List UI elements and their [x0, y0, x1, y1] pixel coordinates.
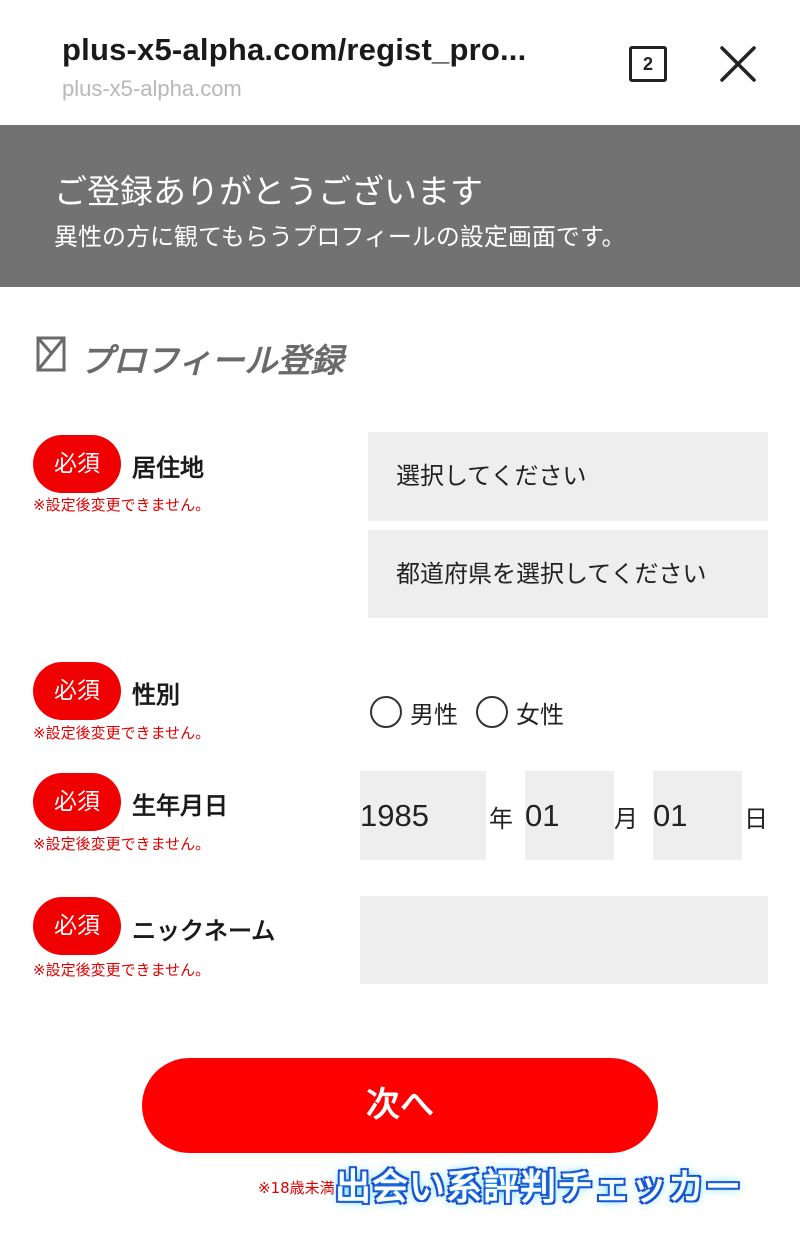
nickname-note: ※設定後変更できません。	[33, 961, 211, 979]
required-badge: 必須	[33, 662, 121, 720]
banner-title: ご登録ありがとうございます	[54, 172, 483, 211]
profile-edit-icon	[36, 336, 66, 372]
residence-label: 居住地	[132, 454, 204, 482]
section-title: プロフィール登録	[80, 341, 344, 380]
gender-label: 性別	[132, 681, 180, 709]
page-domain: plus-x5-alpha.com	[62, 76, 242, 101]
year-unit: 年	[489, 805, 513, 833]
age-footnote: ※18歳未満	[258, 1179, 335, 1197]
nickname-label: ニックネーム	[132, 917, 276, 945]
birth-year-select[interactable]: 1985	[360, 771, 486, 860]
gender-female-radio[interactable]: 女性	[476, 695, 564, 730]
close-icon	[720, 46, 756, 82]
birthday-label: 生年月日	[132, 792, 228, 820]
nickname-input[interactable]	[360, 896, 768, 984]
gender-male-label: 男性	[410, 700, 458, 729]
gender-female-label: 女性	[516, 700, 564, 729]
banner-subtitle: 異性の方に観てもらうプロフィールの設定画面です。	[54, 223, 626, 251]
month-unit: 月	[614, 805, 638, 833]
residence-select[interactable]: 選択してください	[368, 432, 768, 521]
gender-male-radio[interactable]: 男性	[370, 695, 458, 730]
required-badge: 必須	[33, 435, 121, 493]
radio-circle-icon[interactable]	[370, 696, 402, 728]
birth-month-select[interactable]: 01	[525, 771, 614, 860]
page-url[interactable]: plus-x5-alpha.com/regist_pro...	[62, 32, 526, 68]
browser-toolbar: plus-x5-alpha.com/regist_pro... plus-x5-…	[0, 0, 800, 125]
tab-switcher-button[interactable]: 2	[629, 46, 667, 82]
required-badge: 必須	[33, 773, 121, 831]
watermark-logo: 出会い系評判チェッカー	[334, 1166, 743, 1209]
next-button[interactable]: 次へ	[142, 1058, 658, 1153]
residence-note: ※設定後変更できません。	[33, 496, 211, 514]
day-unit: 日	[744, 805, 768, 833]
required-badge: 必須	[33, 897, 121, 955]
gender-radio-group: 男性 女性	[370, 690, 582, 734]
gender-note: ※設定後変更できません。	[33, 724, 211, 742]
close-button[interactable]	[716, 42, 760, 86]
radio-circle-icon[interactable]	[476, 696, 508, 728]
prefecture-select[interactable]: 都道府県を選択してください	[368, 530, 768, 618]
welcome-banner: ご登録ありがとうございます 異性の方に観てもらうプロフィールの設定画面です。	[0, 125, 800, 287]
birth-day-select[interactable]: 01	[653, 771, 742, 860]
birthday-note: ※設定後変更できません。	[33, 835, 211, 853]
